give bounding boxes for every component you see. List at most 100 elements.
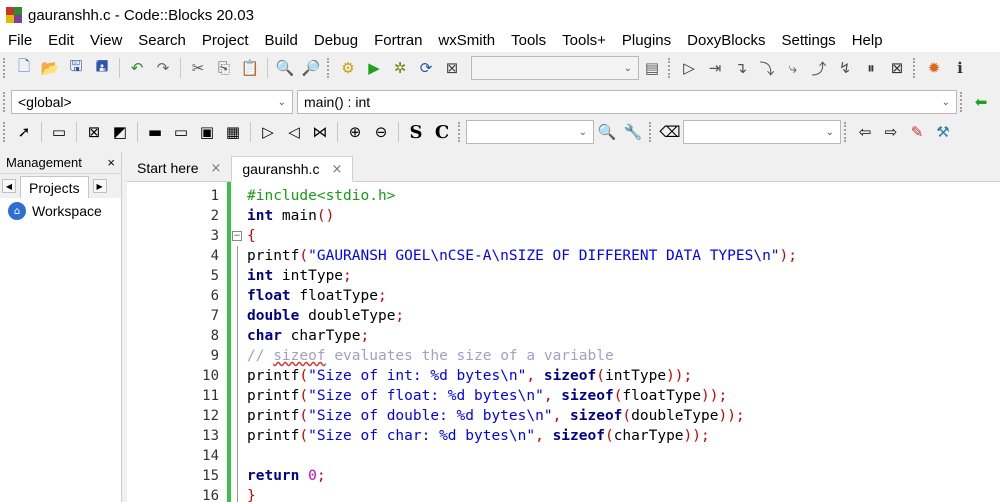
search-combo[interactable]: ⌄ (466, 120, 594, 144)
next-instruction-icon[interactable]: ⤵ (756, 57, 778, 79)
new-file-icon[interactable]: 🗋 (13, 57, 35, 79)
build-gear-icon[interactable]: ⚙ (337, 57, 359, 79)
menu-tools-plus[interactable]: Tools+ (554, 30, 614, 52)
code-line: printf("Size of double: %d bytes\n", siz… (247, 408, 745, 424)
workspace-tree-item[interactable]: ⌂ Workspace (0, 198, 121, 224)
c-symbol-icon[interactable]: C (431, 121, 453, 143)
paste-icon[interactable]: 📋 (239, 57, 261, 79)
decision-icon[interactable]: ⊠ (83, 121, 105, 143)
menu-doxyblocks[interactable]: DoxyBlocks (679, 30, 773, 52)
zoom-in-icon[interactable]: ⊕ (344, 121, 366, 143)
tools-icon[interactable]: 🔧 (622, 121, 644, 143)
fold-collapse-icon[interactable]: − (232, 231, 242, 241)
toolbar-grip[interactable] (458, 122, 462, 142)
code-text[interactable]: #include<stdio.h> int main() { printf("G… (245, 182, 1000, 502)
menu-search[interactable]: Search (130, 30, 194, 52)
pointer-icon[interactable]: ➚ (13, 121, 35, 143)
menu-tools[interactable]: Tools (503, 30, 554, 52)
s-symbol-icon[interactable]: S (405, 121, 427, 143)
scroll-right-icon[interactable]: ▶ (92, 179, 107, 193)
menu-build[interactable]: Build (257, 30, 306, 52)
close-icon[interactable]: × (210, 161, 221, 176)
menu-debug[interactable]: Debug (306, 30, 366, 52)
menu-edit[interactable]: Edit (40, 30, 82, 52)
block-frame-icon[interactable]: ▣ (196, 121, 218, 143)
target-combo[interactable]: ⌄ (683, 120, 841, 144)
line-number: 16 (202, 488, 219, 502)
toolbar-separator (137, 122, 138, 142)
scope-select[interactable]: <global> ⌄ (11, 90, 293, 114)
toolbar-grip[interactable] (3, 92, 7, 112)
scroll-left-icon[interactable]: ◀ (2, 179, 16, 193)
menu-wxsmith[interactable]: wxSmith (430, 30, 503, 52)
block-icon[interactable]: ▬ (144, 121, 166, 143)
stop-debug-icon[interactable]: ⊠ (886, 57, 908, 79)
debug-continue-icon[interactable]: ▷ (678, 57, 700, 79)
debug-windows-icon[interactable]: ✹ (923, 57, 945, 79)
next-line-icon[interactable]: ↴ (730, 57, 752, 79)
toolbar-grip[interactable] (649, 122, 653, 142)
rectangle-icon[interactable]: ▭ (48, 121, 70, 143)
find-icon[interactable]: 🔍 (274, 57, 296, 79)
menu-help[interactable]: Help (844, 30, 891, 52)
step-out-icon[interactable]: ⤴ (808, 57, 830, 79)
drawing-toolbar: ➚ ▭ ⊠ ◩ ▬ ▭ ▣ ▦ ▷ ◁ ⋈ ⊕ ⊖ S C ⌄ 🔍 🔧 ⌫ ⌄ … (0, 118, 1000, 146)
toolbar-grip[interactable] (3, 58, 7, 78)
zoom-out-icon[interactable]: ⊖ (370, 121, 392, 143)
close-icon[interactable]: × (107, 155, 115, 170)
menu-view[interactable]: View (82, 30, 130, 52)
undo-icon[interactable]: ↶ (126, 57, 148, 79)
format-icon[interactable]: ⚒ (932, 121, 954, 143)
loop-shape-icon[interactable]: ⋈ (309, 121, 331, 143)
debug-info-icon[interactable]: ℹ (949, 57, 971, 79)
toolbar-grip[interactable] (913, 58, 917, 78)
toolbar-grip[interactable] (327, 58, 331, 78)
cut-icon[interactable]: ✂ (187, 57, 209, 79)
step-instruction-icon[interactable]: ↯ (834, 57, 856, 79)
replace-icon[interactable]: 🔎 (300, 57, 322, 79)
step-into-icon[interactable]: ⤷ (782, 57, 804, 79)
tab-projects[interactable]: Projects (20, 176, 89, 198)
redo-icon[interactable]: ↷ (152, 57, 174, 79)
pause-icon[interactable]: ⏸ (860, 57, 882, 79)
input-shape-icon[interactable]: ▷ (257, 121, 279, 143)
forward-arrow-icon[interactable]: ⇨ (880, 121, 902, 143)
toolbar-separator (41, 122, 42, 142)
clear-icon[interactable]: ⌫ (659, 121, 681, 143)
build-and-run-icon[interactable]: ✲ (389, 57, 411, 79)
block-full-icon[interactable]: ▦ (222, 121, 244, 143)
save-all-icon[interactable]: 🖪 (91, 57, 113, 79)
toolbar-grip[interactable] (3, 122, 7, 142)
toolbar-grip[interactable] (844, 122, 848, 142)
run-icon[interactable]: ▶ (363, 57, 385, 79)
toolbar-grip[interactable] (960, 92, 964, 112)
run-to-cursor-icon[interactable]: ⇥ (704, 57, 726, 79)
menu-project[interactable]: Project (194, 30, 257, 52)
function-select[interactable]: main() : int ⌄ (297, 90, 957, 114)
menu-fortran[interactable]: Fortran (366, 30, 430, 52)
build-options-icon[interactable]: ▤ (641, 57, 663, 79)
menu-file[interactable]: File (0, 30, 40, 52)
save-icon[interactable]: 🖫 (65, 57, 87, 79)
editor-area: Start here × gauranshh.c × 1 2 3 4 5 6 7… (127, 152, 1000, 502)
tab-start-here[interactable]: Start here × (127, 155, 231, 181)
toolbar-grip[interactable] (668, 58, 672, 78)
output-shape-icon[interactable]: ◁ (283, 121, 305, 143)
highlight-icon[interactable]: ✎ (906, 121, 928, 143)
diagonal-box-icon[interactable]: ◩ (109, 121, 131, 143)
code-editor[interactable]: 1 2 3 4 5 6 7 8 9 10 11 12 13 14 15 16 − (127, 182, 1000, 502)
code-completion-toolbar: <global> ⌄ main() : int ⌄ ⬅ (0, 88, 1000, 116)
back-arrow-icon[interactable]: ⇦ (854, 121, 876, 143)
rebuild-icon[interactable]: ⟳ (415, 57, 437, 79)
abort-icon[interactable]: ⊠ (441, 57, 463, 79)
menu-settings[interactable]: Settings (773, 30, 843, 52)
menu-plugins[interactable]: Plugins (614, 30, 679, 52)
build-target-select[interactable]: ⌄ (471, 56, 639, 80)
copy-icon[interactable]: ⎘ (213, 57, 235, 79)
jump-back-icon[interactable]: ⬅ (970, 91, 992, 113)
open-folder-icon[interactable]: 📂 (39, 57, 61, 79)
search-go-icon[interactable]: 🔍 (596, 121, 618, 143)
close-icon[interactable]: × (331, 162, 342, 177)
block-top-icon[interactable]: ▭ (170, 121, 192, 143)
tab-gauranshh-c[interactable]: gauranshh.c × (231, 156, 354, 182)
